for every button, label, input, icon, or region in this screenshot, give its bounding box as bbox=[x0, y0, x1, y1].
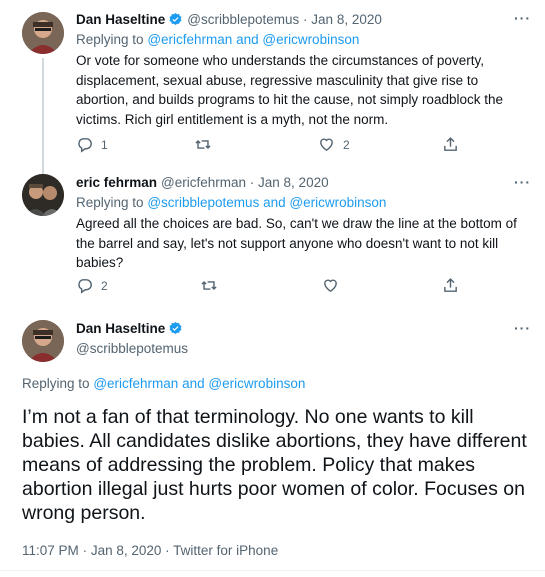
mention-link[interactable]: @ericfehrman bbox=[93, 376, 178, 391]
share-button[interactable] bbox=[442, 136, 459, 153]
share-icon bbox=[444, 278, 457, 292]
avatar[interactable] bbox=[22, 12, 64, 54]
tweet-1[interactable]: Dan Haseltine @scribblepotemus · Jan 8, … bbox=[0, 0, 545, 174]
separator-dot: · bbox=[82, 543, 91, 558]
tweet-text: Or vote for someone who understands the … bbox=[76, 53, 503, 127]
more-options-icon[interactable]: ··· bbox=[514, 10, 531, 26]
tweet-date[interactable]: Jan 8, 2020 bbox=[91, 543, 162, 558]
verified-badge-icon bbox=[169, 321, 182, 334]
more-options-icon[interactable]: ··· bbox=[514, 174, 531, 190]
author-name[interactable]: Dan Haseltine bbox=[76, 320, 165, 337]
heart-icon bbox=[324, 279, 337, 293]
author-handle[interactable]: @scribblepotemus bbox=[187, 11, 299, 28]
tweet-source[interactable]: Twitter for iPhone bbox=[173, 543, 278, 558]
author-name[interactable]: eric fehrman bbox=[76, 174, 157, 191]
main-tweet-text: I’m not a fan of that terminology. No on… bbox=[22, 406, 527, 524]
share-icon bbox=[444, 137, 457, 151]
thread-line bbox=[42, 58, 44, 174]
separator-dot: · bbox=[246, 175, 259, 190]
reply-button[interactable]: 1 bbox=[76, 136, 108, 153]
separator-dot: · bbox=[165, 543, 174, 558]
heart-icon bbox=[320, 138, 333, 152]
tweet-date[interactable]: Jan 8, 2020 bbox=[311, 11, 382, 28]
like-button[interactable] bbox=[322, 277, 347, 294]
author-name[interactable]: Dan Haseltine bbox=[76, 11, 165, 28]
mention-link[interactable]: @scribblepotemus bbox=[147, 195, 259, 210]
retweet-icon bbox=[201, 280, 217, 291]
divider bbox=[0, 570, 545, 571]
replying-to: Replying to @ericfehrman and @ericwrobin… bbox=[22, 376, 306, 391]
reply-icon bbox=[78, 138, 92, 153]
share-button[interactable] bbox=[442, 277, 459, 294]
like-count: 2 bbox=[343, 137, 350, 152]
reply-count: 1 bbox=[101, 137, 108, 152]
like-button[interactable]: 2 bbox=[318, 136, 350, 153]
mention-link[interactable]: @ericfehrman bbox=[147, 32, 232, 47]
reply-icon bbox=[78, 279, 92, 294]
mention-link[interactable]: @ericwrobinson bbox=[289, 195, 386, 210]
author-handle[interactable]: @scribblepotemus bbox=[76, 340, 531, 357]
mention-link[interactable]: @ericwrobinson bbox=[262, 32, 359, 47]
retweet-icon bbox=[195, 139, 211, 150]
tweet-date[interactable]: Jan 8, 2020 bbox=[258, 174, 329, 191]
avatar[interactable] bbox=[22, 174, 64, 216]
verified-badge-icon bbox=[169, 12, 182, 25]
retweet-button[interactable] bbox=[194, 136, 220, 153]
reply-count: 2 bbox=[101, 278, 108, 293]
avatar[interactable] bbox=[22, 320, 64, 362]
tweet-2[interactable]: eric fehrman @ericfehrman · Jan 8, 2020 … bbox=[0, 170, 545, 310]
replying-to: Replying to @ericfehrman and @ericwrobin… bbox=[76, 32, 360, 47]
tweet-time[interactable]: 11:07 PM bbox=[22, 543, 79, 558]
replying-to: Replying to @scribblepotemus and @ericwr… bbox=[76, 195, 387, 210]
author-handle[interactable]: @ericfehrman bbox=[161, 174, 246, 191]
tweet-text: Agreed all the choices are bad. So, can'… bbox=[76, 216, 517, 270]
mention-link[interactable]: @ericwrobinson bbox=[208, 376, 305, 391]
tweet-meta: 11:07 PM · Jan 8, 2020 · Twitter for iPh… bbox=[22, 543, 278, 558]
reply-button[interactable]: 2 bbox=[76, 277, 108, 294]
separator-dot: · bbox=[299, 12, 312, 27]
more-options-icon[interactable]: ··· bbox=[514, 320, 531, 336]
retweet-button[interactable] bbox=[200, 277, 226, 294]
